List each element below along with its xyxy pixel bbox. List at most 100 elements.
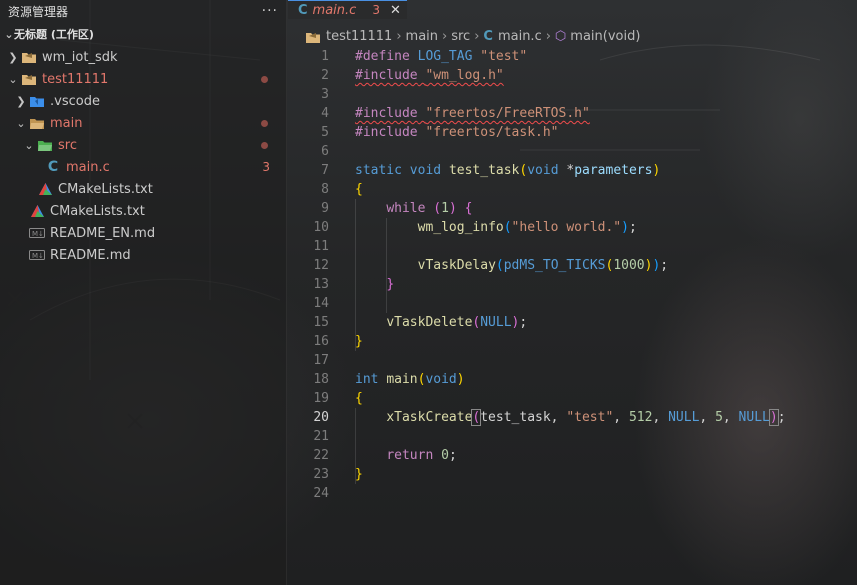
tree-item-cmakelists-root[interactable]: CMakeLists.txt (0, 200, 286, 222)
code-line: 9 while (1) { (288, 199, 857, 218)
tree-item-label: CMakeLists.txt (50, 203, 145, 219)
breadcrumb-item-project[interactable]: test11111 (326, 29, 392, 44)
more-actions-button[interactable]: ··· (262, 3, 278, 19)
code-line: 11 (288, 237, 857, 256)
code-line: 6 (288, 142, 857, 161)
code-line: 10 wm_log_info("hello world."); (288, 218, 857, 237)
tree-item-test11111[interactable]: ⌄ test11111 (0, 68, 286, 90)
line-number: 4 (321, 106, 329, 121)
line-number: 17 (313, 353, 329, 368)
line-text: vTaskDelay(pdMS_TO_TICKS(1000)); (417, 258, 669, 273)
tree-item-vscode[interactable]: ❯ .vscode (0, 90, 286, 112)
tree-item-label: src (58, 137, 77, 153)
folder-blue-icon (28, 94, 46, 108)
line-text: #include "wm_log.h" (355, 68, 504, 83)
line-number: 11 (313, 239, 329, 254)
folder-yellow-icon (20, 50, 38, 64)
chevron-right-icon: › (396, 29, 402, 44)
line-number: 8 (321, 182, 329, 197)
chevron-down-icon: ⌄ (24, 138, 34, 152)
modified-dot (261, 119, 268, 127)
line-number: 16 (313, 334, 329, 349)
tree-item-cmakelists-src[interactable]: CMakeLists.txt (0, 178, 286, 200)
code-line: 12 vTaskDelay(pdMS_TO_TICKS(1000)); (288, 256, 857, 275)
tree-item-readme[interactable]: M↓ README.md (0, 244, 286, 266)
line-number: 5 (321, 125, 329, 140)
tree-item-label: main (50, 115, 83, 131)
cmake-icon (36, 182, 54, 196)
chevron-right-icon: ❯ (8, 50, 18, 64)
line-number: 18 (313, 372, 329, 387)
breadcrumb-item-symbol[interactable]: main(void) (570, 29, 640, 44)
line-text: wm_log_info("hello world."); (417, 220, 637, 235)
line-number: 10 (313, 220, 329, 235)
tree-item-label: wm_iot_sdk (42, 49, 118, 65)
folder-yellow-icon (304, 30, 322, 44)
code-line-active: 20 xTaskCreate(test_task, "test", 512, N… (288, 408, 857, 427)
cmake-icon (28, 204, 46, 218)
line-text: { (355, 391, 363, 406)
code-line: 17 (288, 351, 857, 370)
c-file-icon: C (483, 29, 493, 44)
breadcrumb-item-file[interactable]: main.c (498, 29, 542, 44)
line-number: 14 (313, 296, 329, 311)
line-number: 12 (313, 258, 329, 273)
line-number: 20 (313, 410, 329, 425)
tree-item-main[interactable]: ⌄ main (0, 112, 286, 134)
tree-item-wm-iot-sdk[interactable]: ❯ wm_iot_sdk (0, 46, 286, 68)
chevron-right-icon: › (474, 29, 480, 44)
function-cube-icon: ⬡ (554, 29, 567, 44)
breadcrumb-item-main[interactable]: main (406, 29, 438, 44)
code-line: 15 vTaskDelete(NULL); (288, 313, 857, 332)
line-number: 13 (313, 277, 329, 292)
line-text: vTaskDelete(NULL); (386, 315, 528, 330)
breadcrumb-item-src[interactable]: src (451, 29, 470, 44)
code-line: 14 (288, 294, 857, 313)
tree-item-src[interactable]: ⌄ src (0, 134, 286, 156)
code-line: 13 } (288, 275, 857, 294)
line-number: 3 (321, 87, 329, 102)
markdown-icon: M↓ (28, 226, 46, 240)
line-text: #include "freertos/task.h" (355, 125, 559, 140)
code-line: 1 #define LOG_TAG "test" (288, 47, 857, 66)
close-icon[interactable]: ✕ (390, 3, 401, 18)
modified-dot (261, 141, 268, 149)
chevron-right-icon: ❯ (16, 94, 26, 108)
folder-green-icon (36, 138, 54, 152)
line-number: 7 (321, 163, 329, 178)
tab-main-c[interactable]: C main.c 3 ✕ (288, 0, 407, 19)
problem-count-badge: 3 (262, 160, 270, 174)
tab-bar: C main.c 3 ✕ (288, 0, 857, 19)
code-line: 18 int main(void) (288, 370, 857, 389)
svg-text:M↓: M↓ (32, 230, 44, 238)
code-line: 21 (288, 427, 857, 446)
line-text: while (1) { (386, 201, 473, 216)
tree-item-label: .vscode (50, 93, 100, 109)
line-number: 1 (321, 49, 329, 64)
folder-yellow-icon (20, 72, 38, 86)
line-number: 21 (313, 429, 329, 444)
chevron-down-icon: ⌄ (8, 72, 18, 86)
line-number: 2 (321, 68, 329, 83)
code-editor[interactable]: 1 #define LOG_TAG "test" 2 #include "wm_lo… (288, 47, 857, 503)
line-text: { (355, 182, 363, 197)
code-line: 2 #include "wm_log.h" (288, 66, 857, 85)
svg-text:M↓: M↓ (32, 252, 44, 260)
line-number: 24 (313, 486, 329, 501)
workspace-header[interactable]: ⌄ 无标题 (工作区) (0, 22, 286, 46)
explorer-sidebar: 资源管理器 ··· ⌄ 无标题 (工作区) ❯ wm_iot_sdk ⌄ tes… (0, 0, 287, 585)
tree-item-readme-en[interactable]: M↓ README_EN.md (0, 222, 286, 244)
tree-item-label: test11111 (42, 71, 109, 87)
line-text: } (355, 334, 363, 349)
code-line: 23} (288, 465, 857, 484)
line-text: return 0; (386, 448, 457, 463)
tree-item-main-c[interactable]: C main.c 3 (0, 156, 286, 178)
line-number: 15 (313, 315, 329, 330)
code-line: 24 (288, 484, 857, 503)
code-line: 22 return 0; (288, 446, 857, 465)
chevron-down-icon: ⌄ (16, 116, 26, 130)
tree-item-label: CMakeLists.txt (58, 181, 153, 197)
tab-problem-count: 3 (372, 3, 380, 17)
chevron-down-icon: ⌄ (4, 27, 14, 41)
line-text: #include "freertos/FreeRTOS.h" (355, 106, 590, 121)
